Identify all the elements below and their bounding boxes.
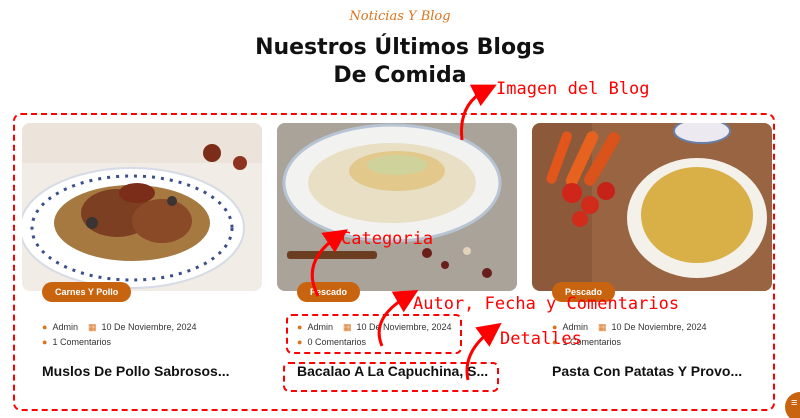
blog-card[interactable]: Pescado ● Admin ▦ 10 De Noviembre, 2024 ● 1 …: [532, 123, 772, 403]
calendar-icon: ▦: [87, 322, 97, 332]
annotation-box-details: [283, 362, 499, 392]
post-title[interactable]: Muslos De Pollo Sabrosos...: [42, 363, 252, 379]
category-badge[interactable]: Pescado: [297, 282, 361, 302]
blog-image[interactable]: [22, 123, 262, 291]
comments-link[interactable]: 1 Comentarios: [52, 337, 111, 347]
annotation-label-category: Categoria: [341, 229, 434, 249]
post-date: 10 De Noviembre, 2024: [101, 322, 197, 332]
calendar-icon: ▦: [597, 322, 607, 332]
blog-image[interactable]: [532, 123, 772, 291]
post-date: 10 De Noviembre, 2024: [611, 322, 707, 332]
chat-icon: ≡: [791, 397, 798, 409]
blog-image[interactable]: [277, 123, 517, 291]
category-badge[interactable]: Carnes Y Pollo: [42, 282, 132, 302]
blog-card[interactable]: Pescado ● Admin ▦ 10 De Noviembre, 2024 ● 0 …: [277, 123, 517, 403]
post-title[interactable]: Pasta Con Patatas Y Provo...: [552, 363, 762, 379]
user-icon: ●: [42, 322, 48, 332]
section-eyebrow: Noticias Y Blog: [349, 9, 451, 24]
annotation-label-meta: Autor, Fecha y Comentarios: [413, 294, 680, 314]
post-comments: ● 1 Comentarios: [42, 337, 111, 347]
post-meta: ● Admin ▦ 10 De Noviembre, 2024: [42, 322, 197, 333]
chat-button[interactable]: ≡: [785, 392, 800, 418]
comments-icon: ●: [42, 337, 48, 347]
blog-card[interactable]: Carnes Y Pollo ● Admin ▦ 10 De Noviembre, 2…: [22, 123, 262, 403]
annotation-label-details: Detalles: [500, 329, 582, 349]
annotation-label-image: Imagen del Blog: [496, 79, 650, 99]
annotation-box-meta: [286, 314, 462, 354]
author-link[interactable]: Admin: [52, 322, 78, 332]
